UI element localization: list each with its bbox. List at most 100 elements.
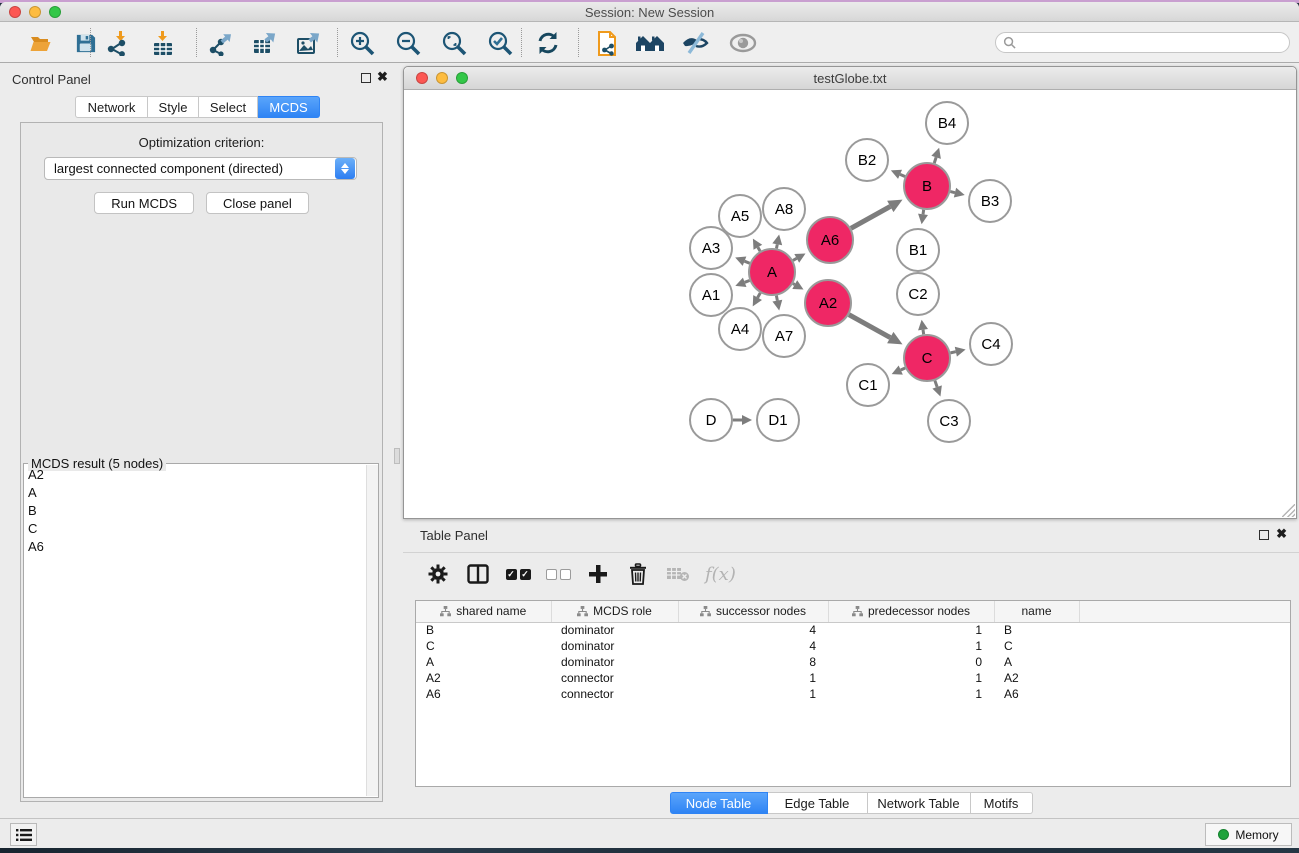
graph-node-B1[interactable]: B1: [897, 229, 939, 271]
graph-edge-B-B4[interactable]: [934, 157, 936, 163]
graph-edge-B-B3[interactable]: [950, 192, 955, 193]
refresh-icon[interactable]: [533, 29, 563, 57]
graph-edge-B-B1[interactable]: [923, 210, 924, 215]
hide-graphics-details-icon[interactable]: [680, 29, 710, 57]
graph-edge-A-A2[interactable]: [793, 284, 795, 285]
save-session-icon[interactable]: [70, 29, 100, 57]
table-row[interactable]: A6connector11A6: [416, 686, 1290, 702]
export-image-icon[interactable]: [293, 29, 323, 57]
memory-button[interactable]: Memory: [1205, 823, 1292, 846]
graph-edge-A-A5[interactable]: [758, 247, 760, 251]
graph-node-A5[interactable]: A5: [719, 195, 761, 237]
graph-node-A[interactable]: A: [749, 249, 795, 295]
column-header-mcds-role[interactable]: MCDS role: [551, 601, 678, 622]
search-field[interactable]: [995, 32, 1290, 53]
network-graph[interactable]: B4B2BB3B1A5A8A6A3AA1C2A4A7A2CC4C1C3DD1: [404, 90, 1296, 519]
table-cell[interactable]: 1: [828, 670, 994, 686]
network-window-titlebar[interactable]: testGlobe.txt: [404, 67, 1296, 90]
graph-node-A1[interactable]: A1: [690, 274, 732, 316]
graph-edge-A-A7[interactable]: [776, 296, 777, 301]
graph-node-B[interactable]: B: [904, 163, 950, 209]
graph-node-D1[interactable]: D1: [757, 399, 799, 441]
table-cell[interactable]: A2: [994, 670, 1079, 686]
graph-node-C1[interactable]: C1: [847, 364, 889, 406]
graph-edge-C-C2[interactable]: [923, 330, 924, 335]
zoom-out-icon[interactable]: [393, 29, 423, 57]
float-panel-icon[interactable]: [361, 73, 371, 83]
search-input[interactable]: [1016, 35, 1289, 51]
graph-node-A2[interactable]: A2: [805, 280, 851, 326]
tab-select[interactable]: Select: [199, 96, 258, 118]
graph-node-A8[interactable]: A8: [763, 188, 805, 230]
table-cell[interactable]: A2: [416, 670, 551, 686]
column-header-predecessor-nodes[interactable]: predecessor nodes: [828, 601, 994, 622]
table-cell[interactable]: C: [416, 638, 551, 654]
criterion-dropdown[interactable]: largest connected component (directed): [44, 157, 357, 180]
table-row[interactable]: Bdominator41B: [416, 622, 1290, 638]
table-cell[interactable]: 1: [828, 686, 994, 702]
show-graphics-details-icon[interactable]: [728, 29, 758, 57]
tab-motifs[interactable]: Motifs: [971, 792, 1033, 814]
tab-node-table[interactable]: Node Table: [670, 792, 768, 814]
table-cell[interactable]: 1: [828, 622, 994, 638]
graph-edge-C-C4[interactable]: [950, 352, 955, 353]
table-cell[interactable]: A6: [994, 686, 1079, 702]
network-canvas[interactable]: B4B2BB3B1A5A8A6A3AA1C2A4A7A2CC4C1C3DD1: [404, 90, 1296, 518]
table-cell[interactable]: 1: [828, 638, 994, 654]
graph-edge-A-A1[interactable]: [745, 280, 750, 282]
column-header-name[interactable]: name: [994, 601, 1079, 622]
table-row[interactable]: Cdominator41C: [416, 638, 1290, 654]
window-resize-grip[interactable]: [1282, 504, 1295, 517]
result-scrollbar[interactable]: [366, 465, 378, 796]
graph-node-A3[interactable]: A3: [690, 227, 732, 269]
graph-node-C3[interactable]: C3: [928, 400, 970, 442]
float-table-panel-icon[interactable]: [1259, 530, 1269, 540]
graph-edge-A6-B[interactable]: [851, 206, 890, 228]
deselect-all-icon[interactable]: [545, 561, 571, 587]
table-cell[interactable]: dominator: [551, 622, 678, 638]
table-cell[interactable]: dominator: [551, 638, 678, 654]
table-cell[interactable]: 4: [678, 622, 828, 638]
table-row[interactable]: A2connector11A2: [416, 670, 1290, 686]
show-columns-icon[interactable]: [465, 561, 491, 587]
table-cell[interactable]: connector: [551, 670, 678, 686]
graph-node-C2[interactable]: C2: [897, 273, 939, 315]
zoom-selected-icon[interactable]: [485, 29, 515, 57]
close-table-panel-icon[interactable]: ✖: [1276, 526, 1287, 542]
column-header-shared-name[interactable]: shared name: [416, 601, 551, 622]
task-history-button[interactable]: [10, 823, 37, 846]
graph-edge-A-A8[interactable]: [776, 244, 777, 248]
graph-node-A6[interactable]: A6: [807, 217, 853, 263]
table-cell[interactable]: 4: [678, 638, 828, 654]
tab-network-table[interactable]: Network Table: [868, 792, 971, 814]
tab-edge-table[interactable]: Edge Table: [768, 792, 868, 814]
table-cell[interactable]: 0: [828, 654, 994, 670]
graph-node-A4[interactable]: A4: [719, 308, 761, 350]
zoom-in-icon[interactable]: [347, 29, 377, 57]
graph-edge-A-A4[interactable]: [758, 293, 761, 298]
table-cell[interactable]: B: [994, 622, 1079, 638]
document-share-icon[interactable]: [592, 29, 622, 57]
table-cell[interactable]: dominator: [551, 654, 678, 670]
panel-splitter-handle[interactable]: [394, 448, 400, 464]
graph-node-C4[interactable]: C4: [970, 323, 1012, 365]
import-network-icon[interactable]: [103, 29, 133, 57]
graph-node-C[interactable]: C: [904, 335, 950, 381]
table-cell[interactable]: A: [416, 654, 551, 670]
table-cell[interactable]: C: [994, 638, 1079, 654]
zoom-fit-icon[interactable]: [439, 29, 469, 57]
houses-icon[interactable]: [635, 29, 665, 57]
close-panel-button[interactable]: Close panel: [206, 192, 309, 214]
export-network-icon[interactable]: [205, 29, 235, 57]
table-cell[interactable]: 1: [678, 686, 828, 702]
graph-node-B4[interactable]: B4: [926, 102, 968, 144]
graph-edge-A-A3[interactable]: [745, 261, 750, 263]
graph-node-A7[interactable]: A7: [763, 315, 805, 357]
select-all-icon[interactable]: ✓✓: [505, 561, 531, 587]
add-column-icon[interactable]: [585, 561, 611, 587]
table-settings-gear-icon[interactable]: [425, 561, 451, 587]
graph-edge-C-C1[interactable]: [901, 368, 905, 370]
open-file-icon[interactable]: [26, 29, 56, 57]
table-cell[interactable]: 8: [678, 654, 828, 670]
close-panel-icon[interactable]: ✖: [377, 69, 388, 85]
